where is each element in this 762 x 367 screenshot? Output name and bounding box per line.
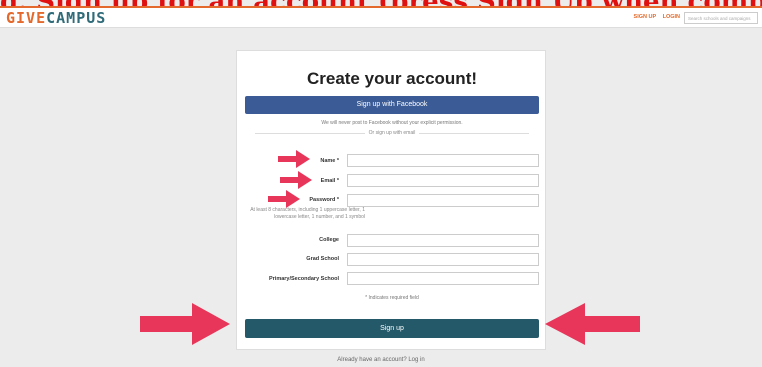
page-title: Create your account! xyxy=(306,69,478,88)
email-field[interactable] xyxy=(347,174,539,187)
givecampus-logo[interactable]: GIVECAMPUS xyxy=(6,9,106,27)
college-field[interactable] xyxy=(347,234,539,247)
arrow-right-icon xyxy=(280,171,312,189)
required-note: * Indicates required field xyxy=(365,295,419,301)
signup-button[interactable]: Sign up xyxy=(245,319,539,338)
facebook-note: We will never post to Facebook without y… xyxy=(321,120,463,126)
email-label: Email * xyxy=(320,178,339,184)
arrow-left-icon xyxy=(545,303,640,345)
grad-school-field[interactable] xyxy=(347,253,539,266)
name-field[interactable] xyxy=(347,154,539,167)
grad-school-label: Grad School xyxy=(306,256,339,262)
search-input[interactable]: Search schools and campaigns xyxy=(684,12,758,24)
arrow-right-icon xyxy=(268,190,300,208)
password-field[interactable] xyxy=(347,194,539,207)
login-prompt-link[interactable]: Already have an account? Log in xyxy=(0,357,762,363)
login-link[interactable]: LOGIN xyxy=(663,14,680,20)
top-navigation-bar: GIVECAMPUS SIGN UP LOGIN Search schools … xyxy=(0,6,762,28)
password-hint: At least 8 characters, including 1 upper… xyxy=(250,207,365,220)
primary-school-field[interactable] xyxy=(347,272,539,285)
facebook-signup-button[interactable]: Sign up with Facebook xyxy=(245,96,539,114)
primary-school-label: Primary/Secondary School xyxy=(269,276,339,282)
college-label: College xyxy=(319,237,339,243)
divider-label: Or sign up with email xyxy=(237,130,547,136)
header-links: SIGN UP LOGIN xyxy=(629,14,680,20)
arrow-right-icon xyxy=(140,303,230,345)
arrow-right-icon xyxy=(278,150,310,168)
signup-link[interactable]: SIGN UP xyxy=(634,14,657,20)
